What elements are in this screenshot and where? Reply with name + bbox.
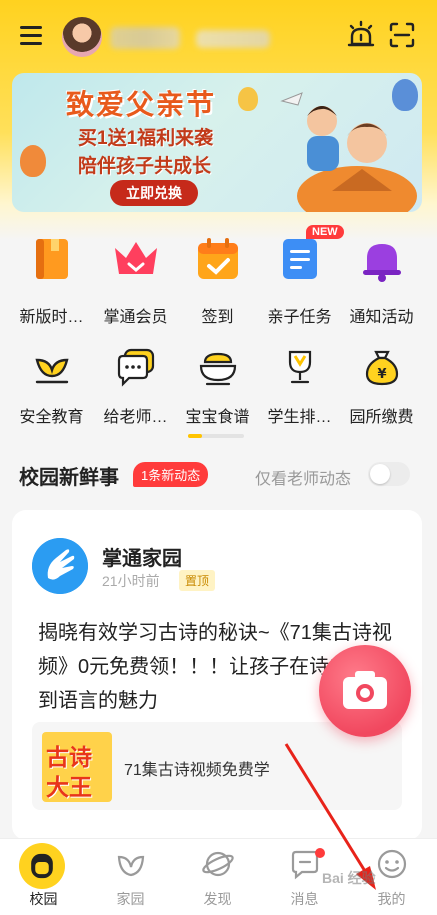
grid-item-checkin[interactable]: 签到 [174,234,261,327]
grid-page-indicator [188,434,244,438]
blurred-username [110,27,180,49]
new-updates-badge[interactable]: 1条新动态 [133,462,209,487]
banner-title: 致爱父亲节 [66,89,217,120]
grid-item-label: 新版时… [19,309,84,326]
section-title: 校园新鲜事 [19,467,119,489]
grid-item-parent-child-tasks[interactable]: 亲子任务 [256,234,343,327]
planet-icon [202,851,234,877]
profile-icon [377,849,407,879]
promo-banner[interactable]: 致爱父亲节 买1送1福利来袭 陪伴孩子共成长 立即兑换 [12,73,422,212]
teacher-only-label: 仅看老师动态 [255,471,352,488]
book-icon [35,239,68,279]
grid-item-label: 学生排… [267,409,332,426]
grid-item-school-fees[interactable]: ¥ 园所缴费 [338,346,425,427]
grid-item-label: 宝宝食谱 [185,409,250,426]
camera-fab[interactable] [319,645,411,737]
tab-label: 校园 [29,891,58,907]
top-bar [0,0,437,72]
menu-icon[interactable] [20,26,42,46]
trophy-icon [288,350,311,384]
thumbnail-line-2: 大王 [46,774,92,800]
tab-discover[interactable]: 发现 [174,839,261,915]
leaf-icon [117,855,145,877]
tab-label: 发现 [203,891,232,907]
banner-line-1: 买1送1福利来袭 [78,128,214,149]
teacher-only-toggle[interactable] [368,462,410,486]
grid-item-label: 给老师… [103,409,168,426]
link-title: 71集古诗视频免费学 [124,762,270,779]
avatar[interactable] [62,17,102,57]
father-child-illustration [280,92,417,212]
crown-icon [114,242,157,274]
alarm-icon[interactable] [346,20,376,50]
grid-item-label: 安全教育 [19,409,84,426]
watermark: Bai 经验 [322,870,376,886]
zhangtong-logo-icon [32,538,88,594]
tab-school[interactable]: 校园 [0,839,87,915]
tab-label: 消息 [290,891,319,907]
school-icon [19,843,65,889]
svg-text:¥: ¥ [377,367,386,382]
grid-item-label: 签到 [201,309,234,326]
tab-home[interactable]: 家园 [87,839,174,915]
calendar-check-icon [197,238,238,279]
banner-line-2: 陪伴孩子共成长 [78,156,212,177]
grid-item-message-teacher[interactable]: 给老师… [92,346,179,427]
scan-icon[interactable] [388,21,416,49]
grid-item-safety-education[interactable]: 安全教育 [8,346,95,427]
grid-item-baby-recipes[interactable]: 宝宝食谱 [174,346,261,427]
grid-item-label: 园所缴费 [349,409,414,426]
poster-name: 掌通家园 [102,548,182,570]
chat-icon [117,348,154,387]
unread-dot [315,848,325,858]
sprout-icon [34,358,69,384]
link-thumbnail: 古诗 大王 [42,732,112,802]
thumbnail-line-1: 古诗 [46,744,92,770]
tab-label: 家园 [116,891,145,907]
redeem-button[interactable]: 立即兑换 [110,180,198,206]
balloon-decoration [238,87,258,111]
grid-item-label: 掌通会员 [103,309,168,326]
post-time: 21小时前 [102,573,160,589]
grid-item-label: 通知活动 [349,309,414,326]
blurred-school-name [196,30,270,48]
pinned-badge: 置顶 [179,570,216,591]
grid-item-new-version[interactable]: 新版时… [8,234,95,327]
camera-icon [343,671,387,709]
balloon-decoration [20,145,46,177]
tab-label: 我的 [377,891,406,907]
grid-item-notice-activity[interactable]: 通知活动 [338,234,425,327]
bell-icon [362,244,401,282]
document-icon [282,239,317,279]
grid-item-label: 亲子任务 [267,309,332,326]
bowl-icon [199,352,236,386]
grid-item-student-ranking[interactable]: 学生排… [256,346,343,427]
money-bag-icon: ¥ [365,350,398,386]
grid-item-membership[interactable]: 掌通会员 [92,234,179,327]
